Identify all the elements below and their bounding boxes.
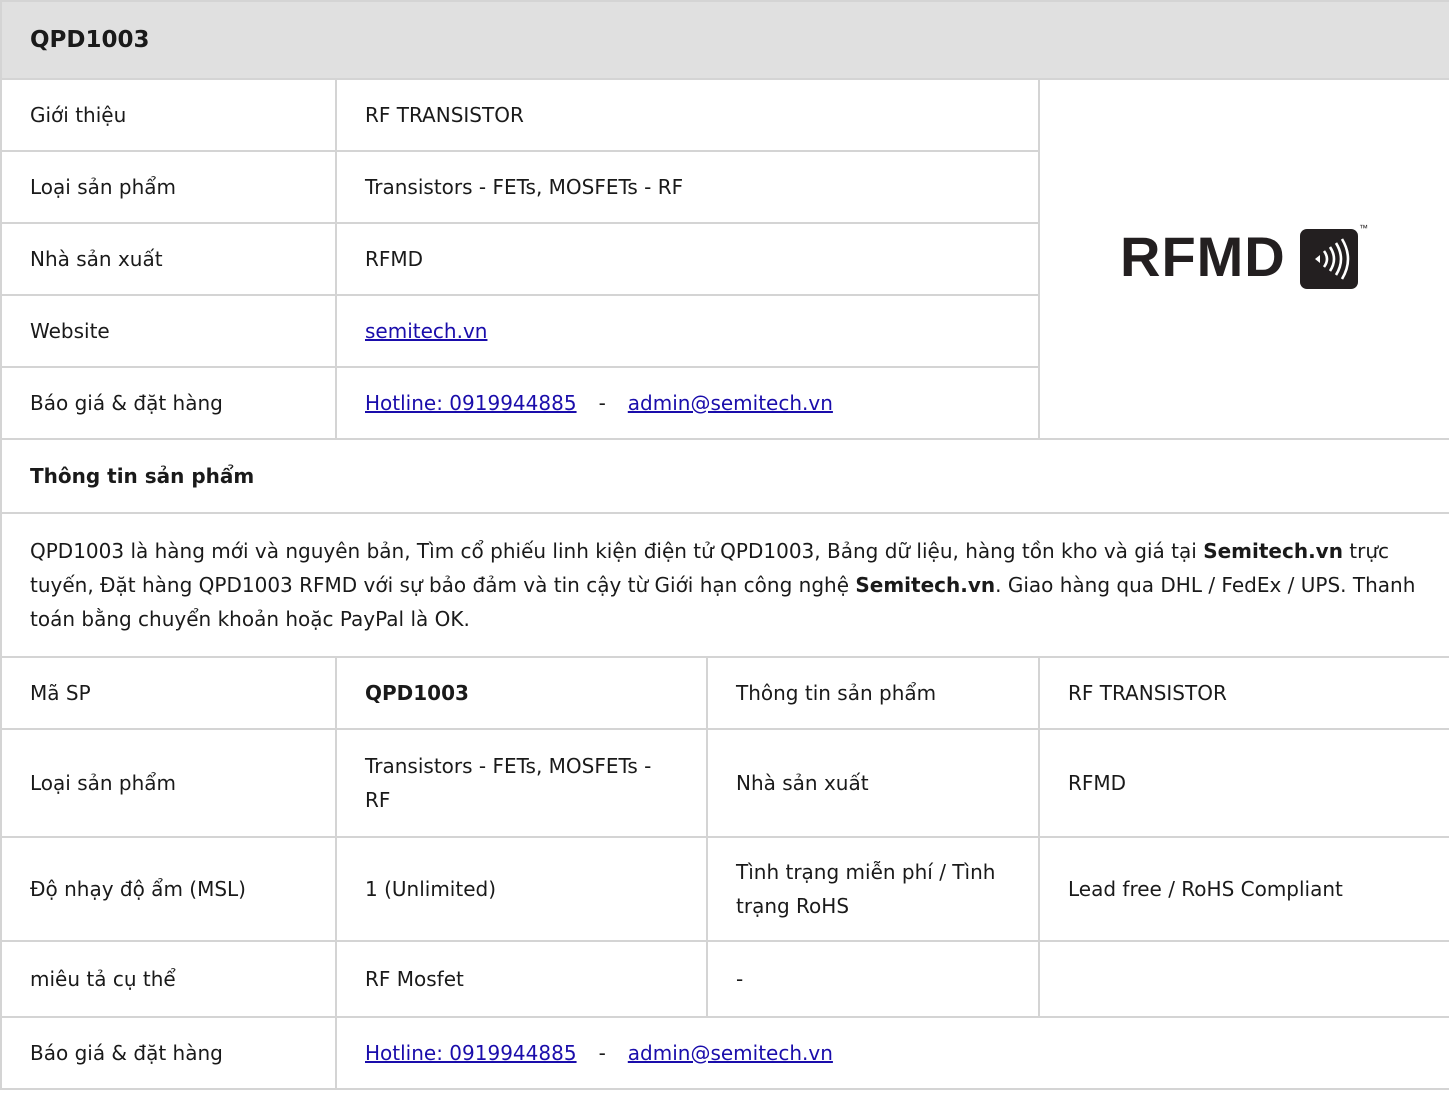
detail-quote-value-cell: Hotline: 0919944885- admin@semitech.vn bbox=[334, 1016, 1449, 1090]
detail-manufacturer-value: RFMD bbox=[1037, 728, 1449, 838]
rohs-value: Lead free / RoHS Compliant bbox=[1037, 836, 1449, 942]
intro-row: Giới thiệu RF TRANSISTOR RFMD ™ bbox=[0, 78, 1449, 440]
sku-value: QPD1003 bbox=[335, 656, 708, 730]
website-link[interactable]: semitech.vn bbox=[365, 319, 487, 343]
radio-waves-icon bbox=[1299, 229, 1358, 289]
detail-quote-label: Báo giá & đặt hàng bbox=[0, 1016, 337, 1090]
detail-row-quote: Báo giá & đặt hàng Hotline: 0919944885- a… bbox=[0, 1016, 1449, 1090]
detail-hotline-link[interactable]: Hotline: 0919944885 bbox=[365, 1041, 577, 1065]
rohs-label: Tình trạng miễn phí / Tình trạng RoHS bbox=[706, 836, 1040, 942]
info-heading-row: Thông tin sản phẩm bbox=[0, 438, 1449, 514]
detail-type-value: Transistors - FETs, MOSFETs - RF bbox=[335, 728, 708, 838]
detail-description-value: RF Mosfet bbox=[335, 940, 708, 1018]
detail-email-link[interactable]: admin@semitech.vn bbox=[628, 1041, 833, 1065]
msl-label: Độ nhạy độ ẩm (MSL) bbox=[0, 836, 337, 942]
title-row: QPD1003 bbox=[0, 0, 1449, 80]
quote-value-cell: Hotline: 0919944885- admin@semitech.vn bbox=[335, 366, 1040, 440]
sku-value-text: QPD1003 bbox=[365, 681, 469, 705]
email-link[interactable]: admin@semitech.vn bbox=[628, 391, 833, 415]
product-info-value: RF TRANSISTOR bbox=[1037, 656, 1449, 730]
product-spec-table: QPD1003 Giới thiệu RF TRANSISTOR RFMD ™ bbox=[0, 0, 1449, 1090]
rfmd-logo-graphic: RFMD ™ bbox=[1120, 223, 1368, 289]
detail-description-label: miêu tả cụ thể bbox=[0, 940, 337, 1018]
quote-label: Báo giá & đặt hàng bbox=[0, 366, 337, 440]
type-value: Transistors - FETs, MOSFETs - RF bbox=[335, 150, 1040, 224]
detail-extra-value bbox=[1037, 940, 1449, 1018]
rfmd-logo-text: RFMD bbox=[1120, 225, 1286, 288]
type-label: Loại sản phẩm bbox=[0, 150, 337, 224]
info-heading-text: Thông tin sản phẩm bbox=[30, 464, 255, 488]
website-label: Website bbox=[0, 294, 337, 368]
detail-row-sku: Mã SP QPD1003 Thông tin sản phẩm RF TRAN… bbox=[0, 656, 1449, 730]
separator-dash: - bbox=[598, 391, 606, 415]
product-description: QPD1003 là hàng mới và nguyên bản, Tìm c… bbox=[0, 512, 1449, 658]
detail-type-label: Loại sản phẩm bbox=[0, 728, 337, 838]
page-title: QPD1003 bbox=[0, 0, 1449, 80]
detail-separator-dash: - bbox=[598, 1041, 606, 1065]
rfmd-logo: RFMD ™ bbox=[1120, 214, 1370, 294]
description-row: QPD1003 là hàng mới và nguyên bản, Tìm c… bbox=[0, 512, 1449, 658]
manufacturer-label: Nhà sản xuất bbox=[0, 222, 337, 296]
sku-label: Mã SP bbox=[0, 656, 337, 730]
detail-row-type: Loại sản phẩm Transistors - FETs, MOSFET… bbox=[0, 728, 1449, 838]
description-brand-1: Semitech.vn bbox=[1203, 539, 1343, 563]
detail-row-msl: Độ nhạy độ ẩm (MSL) 1 (Unlimited) Tình t… bbox=[0, 836, 1449, 942]
manufacturer-value: RFMD bbox=[335, 222, 1040, 296]
description-text-1: QPD1003 là hàng mới và nguyên bản, Tìm c… bbox=[30, 539, 1204, 563]
detail-row-description: miêu tả cụ thể RF Mosfet - bbox=[0, 940, 1449, 1018]
msl-value: 1 (Unlimited) bbox=[335, 836, 708, 942]
website-value-cell: semitech.vn bbox=[335, 294, 1040, 368]
product-info-label: Thông tin sản phẩm bbox=[706, 656, 1040, 730]
info-heading: Thông tin sản phẩm bbox=[0, 438, 1449, 514]
manufacturer-logo-cell: RFMD ™ bbox=[1037, 78, 1449, 440]
intro-label: Giới thiệu bbox=[0, 78, 337, 152]
hotline-link[interactable]: Hotline: 0919944885 bbox=[365, 391, 577, 415]
detail-manufacturer-label: Nhà sản xuất bbox=[706, 728, 1040, 838]
trademark-symbol: ™ bbox=[1359, 223, 1368, 233]
description-brand-2: Semitech.vn bbox=[855, 573, 996, 597]
detail-extra-label: - bbox=[706, 940, 1040, 1018]
intro-value: RF TRANSISTOR bbox=[335, 78, 1040, 152]
